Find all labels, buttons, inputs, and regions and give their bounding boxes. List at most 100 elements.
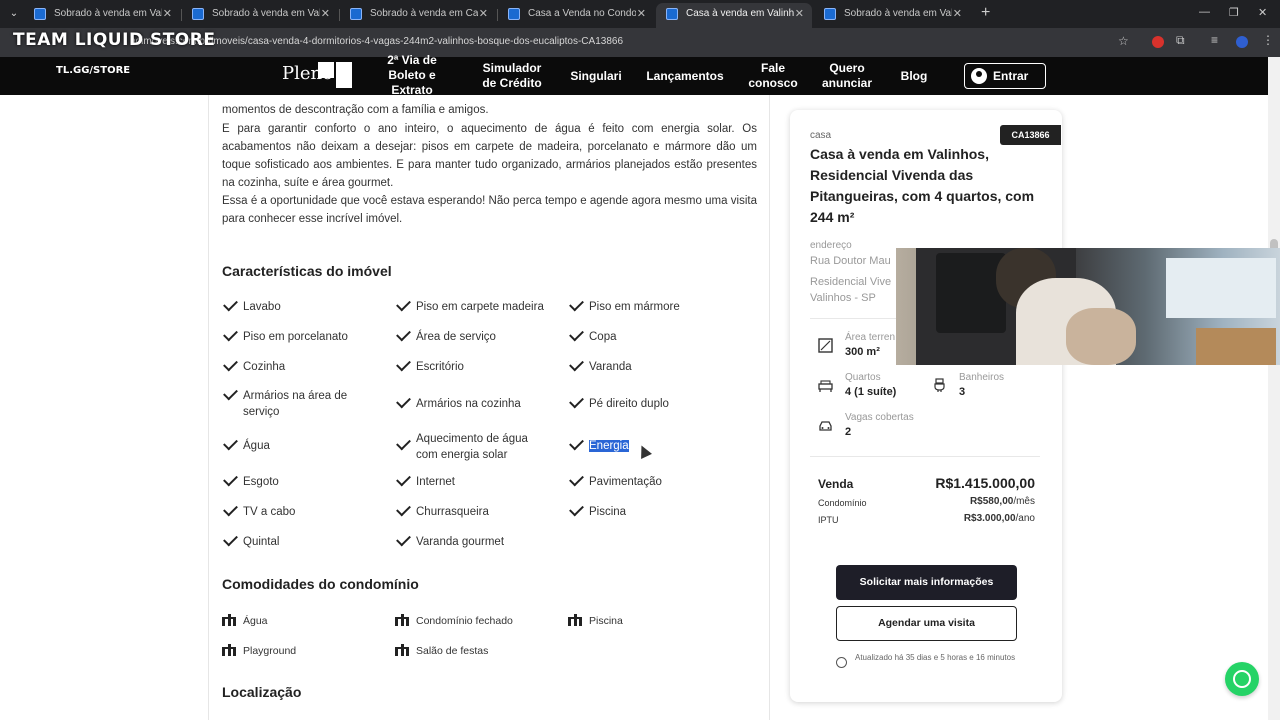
rooms-value: 4 (1 suíte) (845, 386, 897, 398)
feature-item: Internet (416, 476, 455, 488)
nav-blog[interactable]: Blog (896, 69, 932, 84)
maximize-icon[interactable]: ❐ (1229, 6, 1239, 19)
close-tab-icon[interactable]: ✕ (163, 3, 172, 25)
pleno-logo-mark (318, 62, 334, 78)
browser-tab[interactable]: Casa a Venda no Condomínio R ✕ (498, 3, 654, 28)
amenity-item: Playground (243, 645, 297, 657)
divider (810, 456, 1040, 457)
building-icon (222, 644, 236, 656)
feature-item: TV a cabo (243, 506, 296, 518)
address-city: Valinhos - SP (810, 292, 876, 304)
listing-title: Casa à venda em Valinhos, Residencial Vi… (810, 146, 1035, 225)
amenity-item: Piscina (589, 615, 623, 627)
browser-tab[interactable]: Sobrado à venda em Valinhos, ✕ (182, 3, 338, 28)
building-icon (222, 614, 236, 626)
close-window-icon[interactable]: ✕ (1258, 6, 1267, 19)
location-title: Localização (222, 684, 302, 700)
feature-item: Churrasqueira (416, 506, 489, 518)
area-value: 300 m² (845, 346, 880, 358)
favicon-icon (824, 8, 836, 20)
parking-label: Vagas cobertas (845, 412, 914, 423)
features-title: Características do imóvel (222, 263, 392, 279)
pleno-logo-mark (336, 62, 352, 88)
feature-item: Água (243, 440, 270, 452)
browser-tab[interactable]: Sobrado à venda em Valinhos, ✕ (24, 3, 180, 28)
browser-tab[interactable]: Sobrado à venda em Campinas ✕ (340, 3, 496, 28)
condo-fee-label: Condomínio (818, 498, 867, 508)
close-tab-icon[interactable]: ✕ (479, 3, 488, 25)
media-icon[interactable]: ≡ (1211, 33, 1218, 47)
request-info-button[interactable]: Solicitar mais informações (836, 565, 1017, 600)
baths-value: 3 (959, 386, 966, 398)
address-label: endereço (810, 240, 852, 251)
nav-quero-anunciar[interactable]: Quero anunciar (818, 61, 876, 91)
whatsapp-icon[interactable] (1225, 662, 1259, 696)
nav-singulari[interactable]: Singulari (566, 69, 626, 84)
feature-item: Quintal (243, 536, 280, 548)
description-paragraph: E para garantir conforto o ano inteiro, … (222, 123, 757, 189)
rooms-label: Quartos (845, 372, 881, 383)
feature-item: Aquecimento de água com energia solar (416, 433, 528, 461)
feature-item: Esgoto (243, 476, 279, 488)
nav-boleto[interactable]: 2ª Via de Boleto e Extrato (380, 53, 444, 98)
address-neighborhood: Residencial Vive (810, 276, 892, 288)
browser-tab-active[interactable]: Casa à venda em Valinhos, Resi ✕ (656, 3, 812, 28)
nav-fale-conosco[interactable]: Fale conosco (745, 61, 801, 91)
browser-tab-bar: ⌄ Sobrado à venda em Valinhos, ✕ Sobrado… (0, 0, 1280, 28)
tab-search-icon[interactable]: ⌄ (6, 6, 22, 22)
feature-item: Piso em porcelanato (243, 331, 348, 343)
menu-kebab-icon[interactable]: ⋮ (1262, 33, 1274, 47)
area-label: Área terren (845, 332, 896, 343)
amenities-title: Comodidades do condomínio (222, 576, 419, 592)
description-line: momentos de descontração com a família e… (222, 104, 489, 116)
close-tab-icon[interactable]: ✕ (795, 3, 804, 25)
feature-item: Lavabo (243, 301, 281, 313)
page-scrollbar[interactable] (1268, 57, 1280, 720)
bookmark-star-icon[interactable]: ☆ (1118, 34, 1129, 48)
close-tab-icon[interactable]: ✕ (321, 3, 330, 25)
feature-item-selected: Energia (589, 440, 629, 452)
favicon-icon (666, 8, 678, 20)
new-tab-icon[interactable]: + (981, 5, 990, 21)
building-icon (395, 644, 409, 656)
feature-item: Cozinha (243, 361, 286, 373)
favicon-icon (192, 8, 204, 20)
user-icon (971, 68, 987, 84)
building-icon (395, 614, 409, 626)
profile-avatar[interactable] (1236, 36, 1248, 48)
feature-item: Varanda (589, 361, 632, 373)
login-button[interactable]: Entrar (964, 63, 1046, 89)
description-paragraph: Essa é a oportunidade que você estava es… (222, 195, 757, 225)
team-liquid-logo: TEAM LIQUID STORE (13, 30, 216, 50)
favicon-icon (350, 8, 362, 20)
minimize-icon[interactable]: — (1199, 6, 1210, 18)
sale-label: Venda (818, 477, 854, 491)
extension-icon[interactable] (1152, 36, 1164, 48)
parking-value: 2 (845, 426, 852, 438)
amenity-item: Água (243, 615, 268, 627)
building-icon (568, 614, 582, 626)
extensions-puzzle-icon[interactable]: ⧉ (1176, 33, 1185, 48)
browser-tab[interactable]: Sobrado à venda em Valinhos, ✕ (814, 3, 970, 28)
feature-item: Copa (589, 331, 617, 343)
address-street: Rua Doutor Mau (810, 255, 891, 267)
updated-timestamp: Atualizado há 35 dias e 5 horas e 16 min… (855, 653, 1016, 662)
car-icon (819, 421, 832, 431)
feature-item: Pavimentação (589, 476, 662, 488)
iptu-value: R$3.000,00/ano (963, 513, 1035, 524)
close-tab-icon[interactable]: ✕ (637, 3, 646, 25)
sale-price: R$1.415.000,00 (935, 475, 1035, 491)
feature-item: Varanda gourmet (416, 536, 505, 548)
listing-code-badge: CA13866 (1000, 125, 1061, 145)
close-tab-icon[interactable]: ✕ (953, 3, 962, 25)
feature-item: Piscina (589, 506, 627, 518)
toilet-icon (934, 378, 945, 392)
feature-item: Piso em carpete madeira (416, 301, 544, 313)
nav-lancamentos[interactable]: Lançamentos (642, 69, 728, 84)
baths-label: Banheiros (959, 372, 1005, 383)
bed-icon (818, 380, 833, 392)
schedule-visit-button[interactable]: Agendar uma visita (836, 606, 1017, 641)
nav-simulador[interactable]: Simulador de Crédito (476, 61, 548, 91)
clock-icon (836, 657, 847, 668)
feature-item: Piso em mármore (589, 301, 680, 313)
